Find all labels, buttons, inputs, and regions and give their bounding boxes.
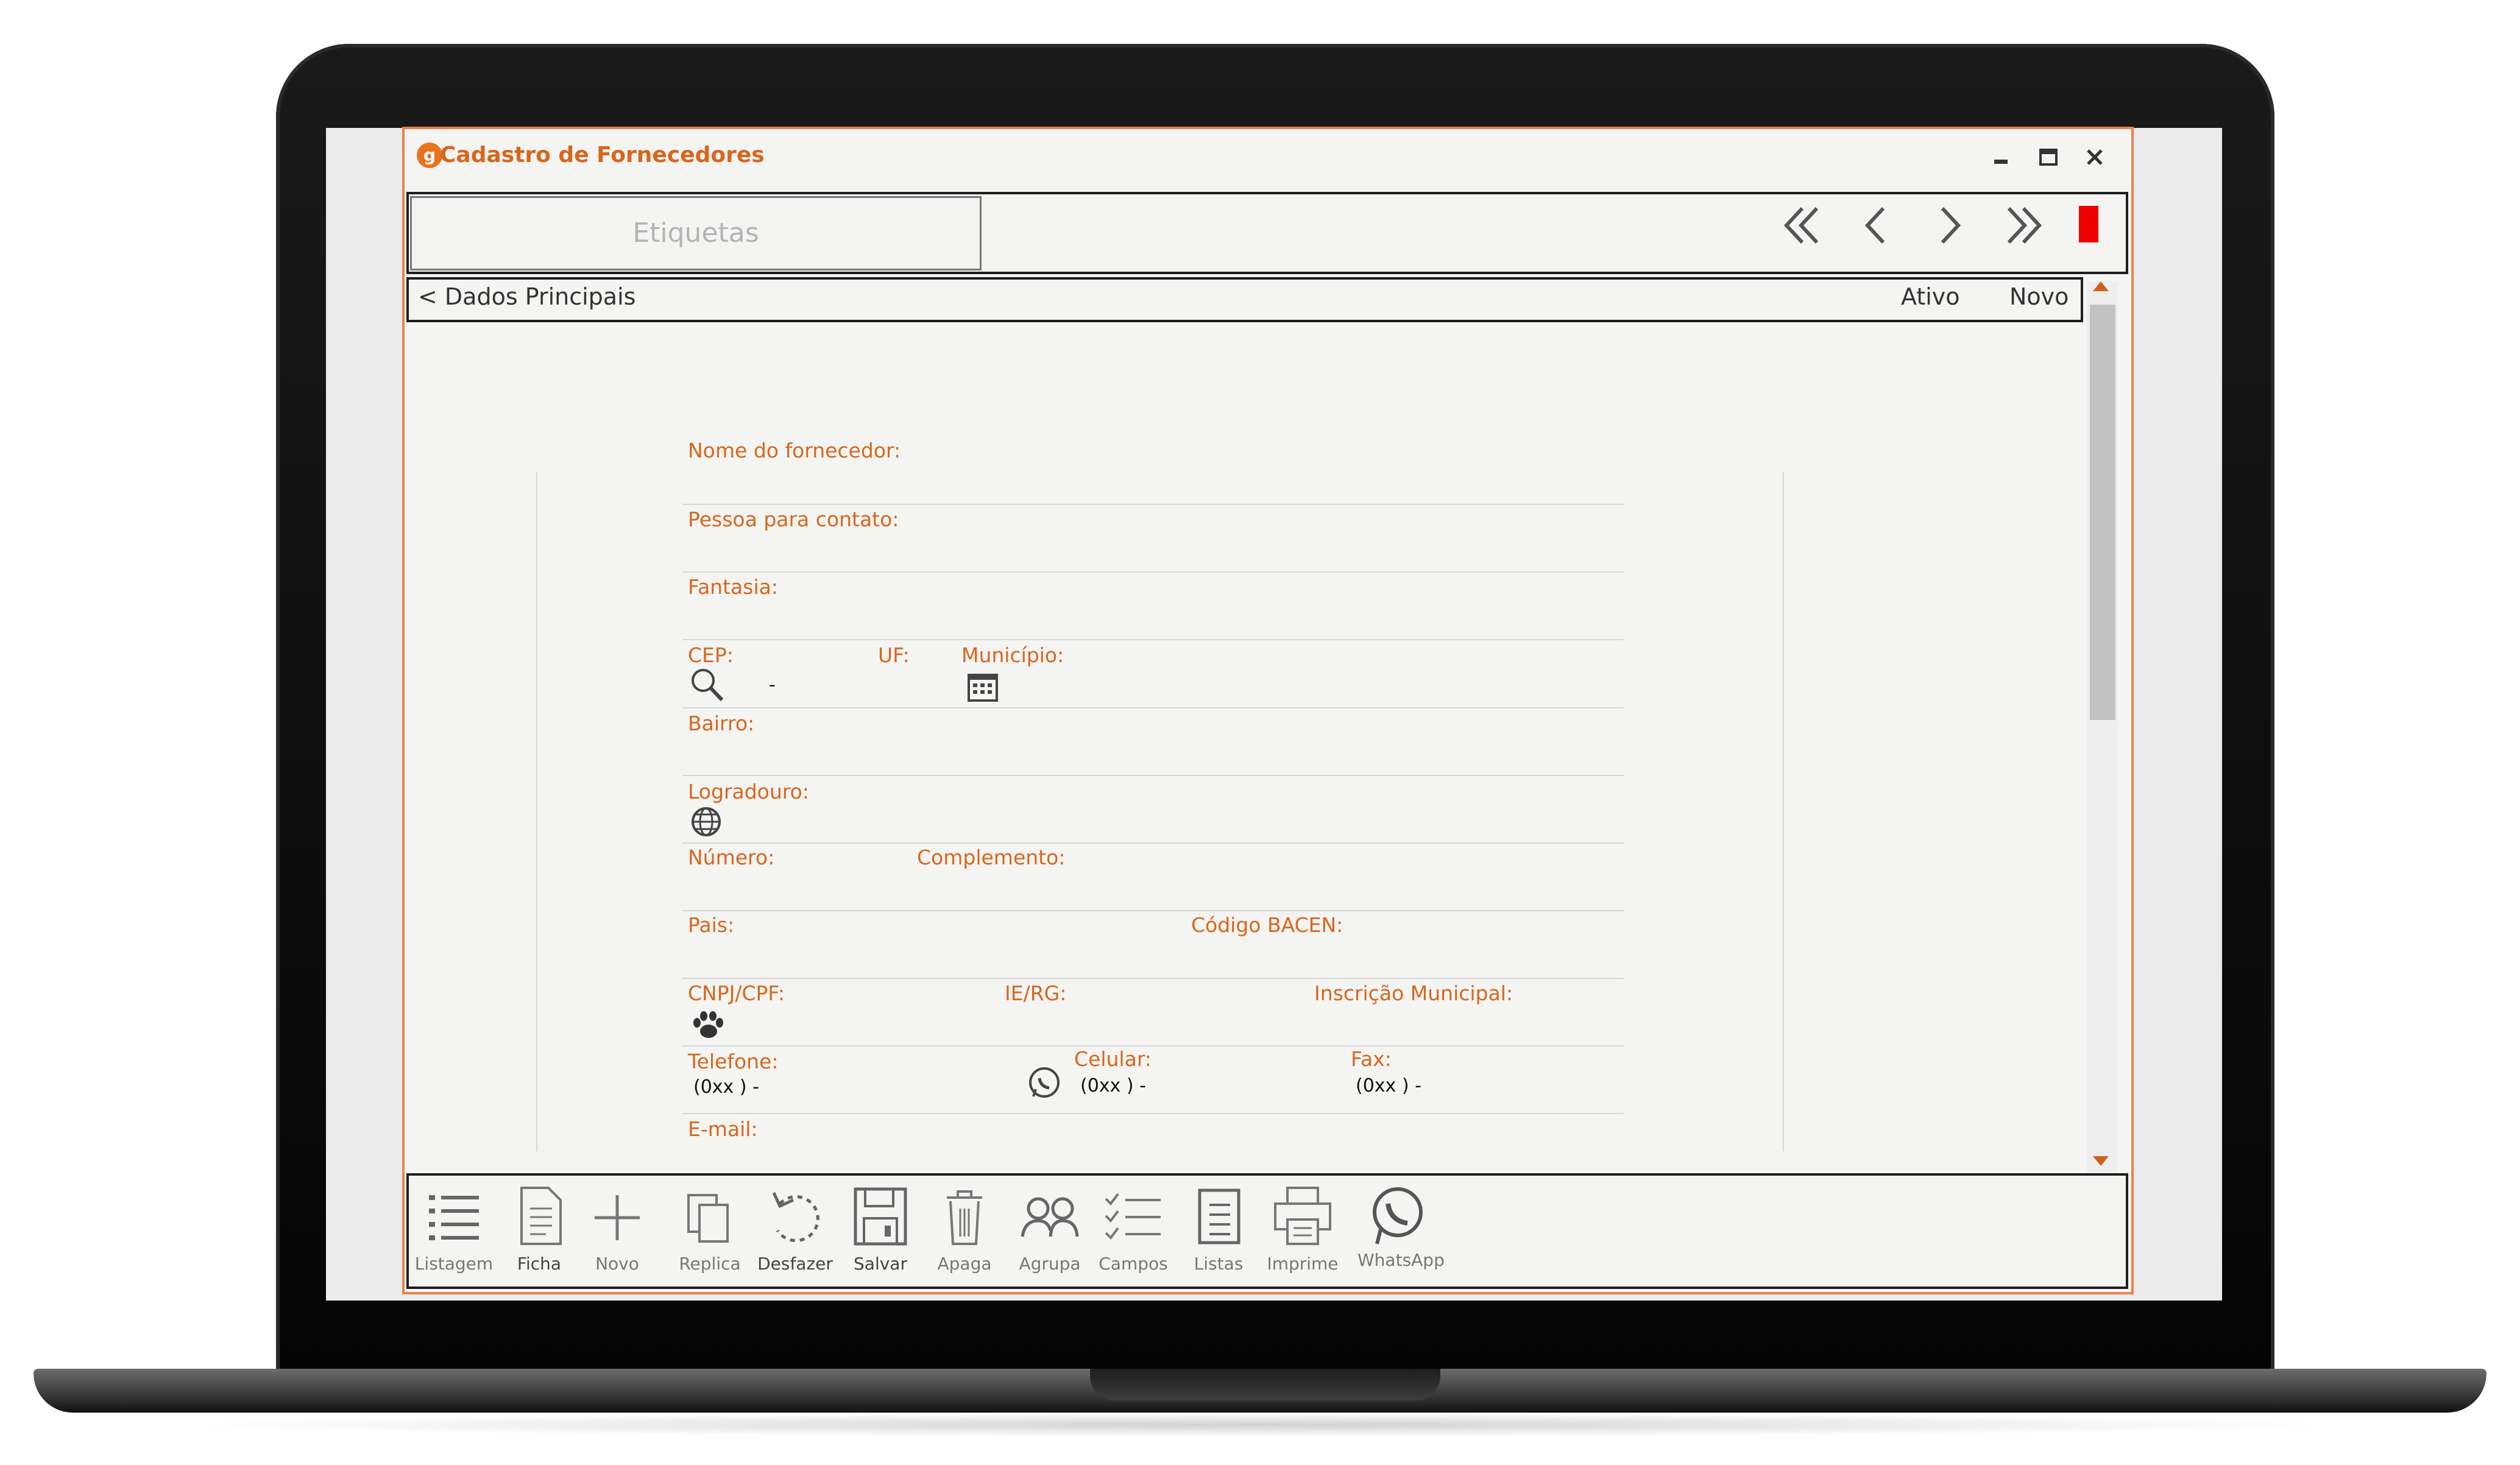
- whatsapp-icon: [1373, 1187, 1423, 1244]
- close-icon[interactable]: [2076, 139, 2113, 175]
- status-indicator: [2079, 206, 2098, 242]
- replica-button[interactable]: Replica: [670, 1182, 749, 1285]
- salvar-label: Salvar: [854, 1254, 907, 1274]
- calendar-icon[interactable]: [966, 669, 1000, 705]
- group-icon: [1021, 1197, 1079, 1237]
- laptop-notch: [1090, 1369, 1440, 1400]
- label-uf: UF:: [878, 643, 910, 667]
- list-doc-icon: [1198, 1188, 1241, 1244]
- label-nome: Nome do fornecedor:: [688, 439, 901, 462]
- label-logradouro: Logradouro:: [688, 780, 809, 803]
- app-logo-icon: g: [417, 143, 442, 168]
- back-to-dados-principais[interactable]: < Dados Principais: [418, 283, 635, 310]
- whatsapp-small-icon[interactable]: [1026, 1065, 1063, 1104]
- novo-button[interactable]: Novo: [578, 1182, 657, 1285]
- fax-value: (0xx ) -: [1356, 1075, 1421, 1096]
- save-icon: [854, 1187, 907, 1246]
- apaga-button[interactable]: Apaga: [925, 1182, 1004, 1285]
- label-bairro: Bairro:: [688, 711, 755, 735]
- checklist-icon: [1105, 1193, 1161, 1240]
- next-record-icon[interactable]: [1919, 196, 1980, 257]
- scroll-down-icon[interactable]: [2093, 1156, 2109, 1166]
- cep-value: -: [769, 674, 776, 696]
- input-cnpj[interactable]: [682, 1045, 1624, 1047]
- label-fax: Fax:: [1351, 1047, 1392, 1071]
- celular-value: (0xx ) -: [1080, 1075, 1146, 1096]
- label-celular: Celular:: [1074, 1047, 1152, 1071]
- label-telefone: Telefone:: [688, 1050, 779, 1073]
- listagem-label: Listagem: [414, 1254, 494, 1274]
- laptop-shadow: [183, 1413, 2337, 1437]
- status-label: Ativo: [1901, 283, 1960, 310]
- imprime-label: Imprime: [1267, 1254, 1339, 1274]
- replica-label: Replica: [679, 1254, 741, 1274]
- input-logradouro[interactable]: [682, 842, 1624, 844]
- label-email: E-mail:: [688, 1117, 758, 1141]
- whatsapp-label: WhatsApp: [1357, 1250, 1445, 1270]
- label-contato: Pessoa para contato:: [688, 507, 899, 531]
- label-numero: Número:: [688, 845, 775, 869]
- ficha-button[interactable]: Ficha: [500, 1182, 579, 1285]
- label-cep: CEP:: [688, 643, 734, 667]
- input-pais[interactable]: [682, 978, 1624, 979]
- desfazer-button[interactable]: Desfazer: [756, 1182, 835, 1285]
- etiquetas-field[interactable]: Etiquetas: [410, 196, 982, 270]
- trash-icon: [947, 1190, 982, 1245]
- minimize-icon[interactable]: [1982, 139, 2019, 175]
- campos-label: Campos: [1099, 1254, 1168, 1274]
- input-contato[interactable]: [682, 571, 1624, 573]
- panel-left-border: [536, 472, 537, 1151]
- plus-icon: [595, 1195, 640, 1240]
- maximize-icon[interactable]: [2030, 139, 2066, 175]
- label-inscricao: Inscrição Municipal:: [1314, 981, 1513, 1005]
- label-pais: Pais:: [688, 913, 735, 937]
- first-record-icon[interactable]: [1772, 196, 1833, 257]
- last-record-icon[interactable]: [1993, 196, 2054, 257]
- whatsapp-button[interactable]: WhatsApp: [1357, 1182, 1445, 1285]
- mode-label: Novo: [2009, 283, 2069, 310]
- campos-button[interactable]: Campos: [1094, 1182, 1173, 1285]
- list-icon: [429, 1195, 479, 1240]
- label-bacen: Código BACEN:: [1191, 913, 1343, 937]
- input-numero[interactable]: [682, 910, 1624, 911]
- imprime-button[interactable]: Imprime: [1263, 1182, 1342, 1285]
- input-telefone[interactable]: [682, 1113, 1624, 1114]
- scroll-up-icon[interactable]: [2093, 281, 2109, 291]
- listas-button[interactable]: Listas: [1179, 1182, 1258, 1285]
- agrupa-label: Agrupa: [1019, 1254, 1081, 1274]
- printer-icon: [1274, 1187, 1331, 1245]
- panel-right-border: [1783, 472, 1784, 1151]
- search-cep-icon[interactable]: [688, 666, 727, 707]
- novo-label: Novo: [595, 1254, 639, 1274]
- section-header: [406, 277, 2083, 322]
- input-endereco-cep[interactable]: [682, 707, 1624, 708]
- ficha-label: Ficha: [517, 1254, 562, 1274]
- desfazer-label: Desfazer: [757, 1254, 833, 1274]
- agrupa-button[interactable]: Agrupa: [1010, 1182, 1089, 1285]
- label-complemento: Complemento:: [917, 845, 1066, 869]
- paw-icon[interactable]: [690, 1011, 727, 1042]
- label-ie: IE/RG:: [1005, 981, 1067, 1005]
- salvar-button[interactable]: Salvar: [841, 1182, 920, 1285]
- apaga-label: Apaga: [937, 1254, 992, 1274]
- copy-icon: [687, 1194, 729, 1243]
- previous-record-icon[interactable]: [1846, 196, 1906, 257]
- listas-label: Listas: [1194, 1254, 1244, 1274]
- input-nome[interactable]: [682, 504, 1624, 505]
- undo-icon: [772, 1191, 819, 1243]
- label-fantasia: Fantasia:: [688, 575, 778, 599]
- label-cnpj: CNPJ/CPF:: [688, 981, 785, 1005]
- document-icon: [520, 1187, 562, 1245]
- input-bairro[interactable]: [682, 775, 1624, 776]
- window-title: Cadastro de Fornecedores: [440, 143, 765, 168]
- listagem-button[interactable]: Listagem: [414, 1182, 494, 1285]
- telefone-value: (0xx ) -: [693, 1076, 759, 1098]
- scrollbar-thumb[interactable]: [2090, 305, 2115, 720]
- input-fantasia[interactable]: [682, 639, 1624, 640]
- label-municipio: Município:: [961, 643, 1064, 667]
- globe-icon[interactable]: [690, 805, 724, 841]
